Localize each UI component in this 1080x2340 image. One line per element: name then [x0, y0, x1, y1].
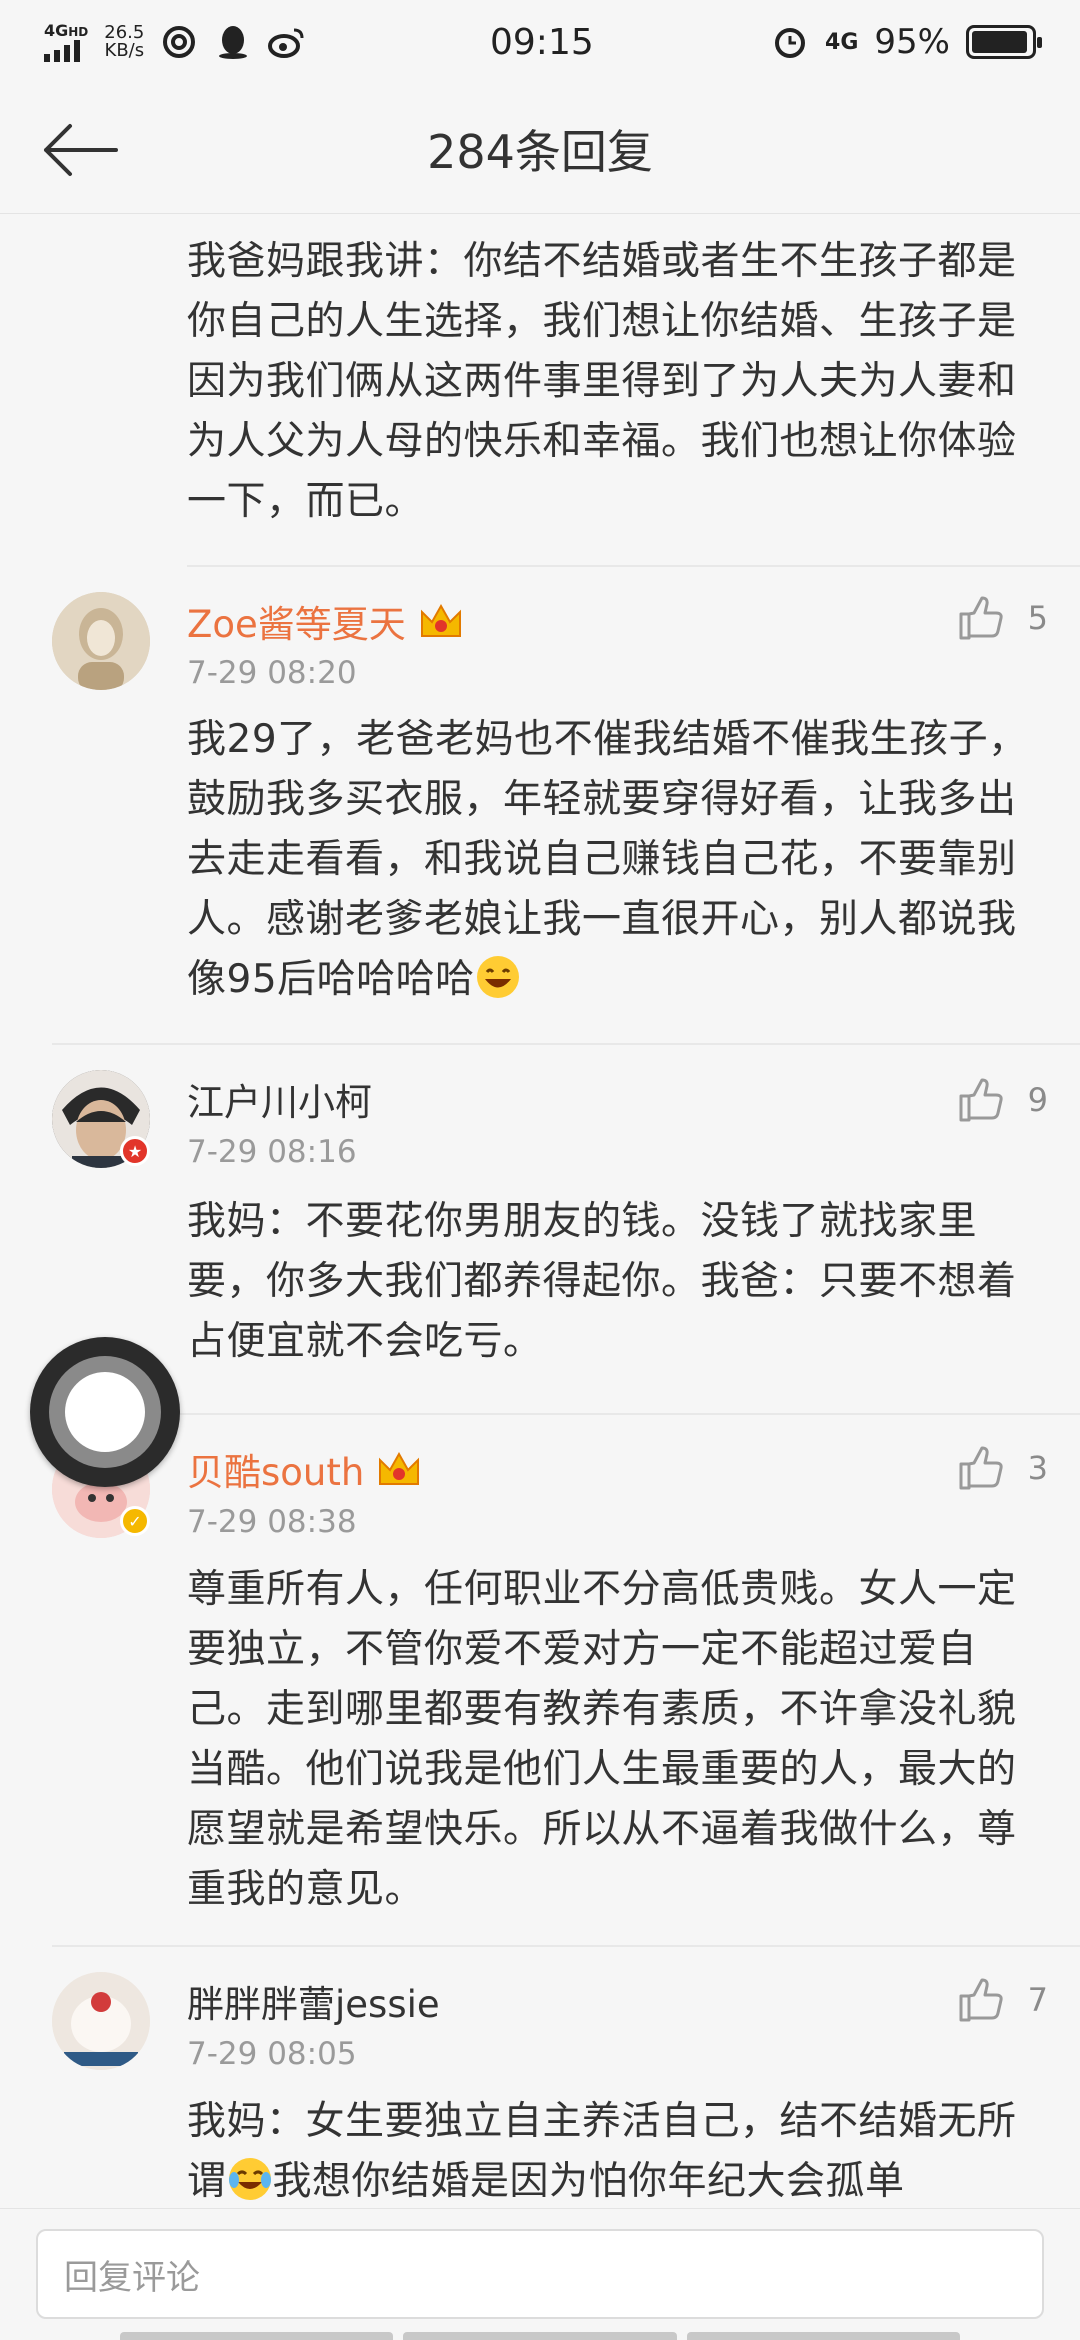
verified-badge-icon: ✓ [120, 1506, 150, 1536]
reply-input[interactable]: 回复评论 [36, 2229, 1044, 2319]
bottom-nav-strip [120, 2332, 960, 2340]
username[interactable]: Zoe酱等夏天 [187, 594, 464, 648]
divider [187, 565, 1080, 567]
assistive-touch-button[interactable] [30, 1337, 180, 1487]
speed-unit: KB/s [104, 40, 145, 61]
reply-placeholder: 回复评论 [64, 2257, 200, 2298]
thumbs-up-icon [959, 1078, 1003, 1122]
comment-text-content: 我29了，老爸老妈也不催我结婚不催我生孩子，鼓励我多买衣服，年轻就要穿得好看，让… [187, 717, 1028, 1002]
signal-bars-icon [44, 39, 88, 62]
alarm-clock-icon [771, 23, 809, 61]
username[interactable]: 江户川小柯 [187, 1072, 372, 1126]
signal-indicator: 4GHD [44, 20, 89, 62]
username[interactable]: 贝酷south [187, 1442, 422, 1496]
thumbs-up-icon [959, 1978, 1003, 2022]
network-type: 4G [44, 20, 69, 40]
comment-text: 我妈：不要花你男朋友的钱。没钱了就找家里要，你多大我们都养得起你。我爸：只要不想… [187, 1199, 1017, 1364]
username-text: 贝酷south [187, 1451, 365, 1494]
like-button[interactable]: 5 [958, 596, 1048, 640]
comment-text-b: 我想你结婚是因为怕你年纪大会孤单 [272, 2159, 905, 2204]
network-hd: HD [68, 24, 89, 39]
thumbs-up-icon [959, 596, 1003, 640]
top-comment-text: 我爸妈跟我讲：你结不结婚或者生不生孩子都是你自己的人生选择，我们想让你结婚、生孩… [187, 239, 1017, 524]
status-right: 4G 95% [771, 22, 1042, 62]
top-nav: 284条回复 [0, 84, 1080, 214]
battery-percent: 95% [874, 22, 950, 62]
laughing-emoji-icon [476, 956, 519, 998]
comment-time: 7-29 08:20 [187, 655, 357, 691]
like-count: 3 [1027, 1449, 1048, 1487]
comment-time: 7-29 08:16 [187, 1134, 357, 1170]
status-bar: 4GHD 26.5 KB/s 09:15 4G 95% [0, 0, 1080, 84]
avatar[interactable] [52, 1972, 150, 2070]
assistive-core [65, 1372, 145, 1452]
comment-time: 7-29 08:05 [187, 2036, 357, 2072]
weibo-icon [268, 23, 306, 61]
back-arrow-icon[interactable] [40, 122, 120, 178]
thumbs-up-icon [959, 1446, 1003, 1490]
battery-level [972, 31, 1028, 53]
comment-time: 7-29 08:38 [187, 1504, 357, 1540]
avatar[interactable] [52, 592, 150, 690]
clock: 09:15 [490, 22, 594, 63]
comment-text: 我29了，老爸老妈也不催我结婚不催我生孩子，鼓励我多买衣服，年轻就要穿得好看，让… [187, 710, 1037, 1010]
username-text: 江户川小柯 [187, 1081, 372, 1124]
divider [52, 1945, 1080, 1947]
like-button[interactable]: 9 [958, 1078, 1048, 1122]
verified-badge-icon: ★ [120, 1136, 150, 1166]
like-button[interactable]: 7 [958, 1978, 1048, 2022]
network-type-right: 4G [825, 29, 859, 55]
page-title: 284条回复 [427, 124, 653, 179]
like-count: 5 [1027, 599, 1048, 637]
divider [52, 1413, 1080, 1415]
comment-text: 我妈：女生要独立自主养活自己，结不结婚无所谓 我想你结婚是因为怕你年纪大会孤单 [187, 2092, 1037, 2208]
app-swirl-icon [160, 23, 198, 61]
like-count: 9 [1027, 1081, 1048, 1119]
like-count: 7 [1027, 1981, 1048, 2019]
vip-crown-icon [379, 1451, 420, 1485]
reply-bar: 回复评论 [0, 2208, 1080, 2340]
network-speed: 26.5 KB/s [104, 24, 144, 60]
battery-icon [966, 25, 1042, 59]
comment-text: 尊重所有人，任何职业不分高低贵贱。女人一定要独立，不管你爱不爱对方一定不能超过爱… [187, 1567, 1017, 1912]
username[interactable]: 胖胖胖蕾jessie [187, 1974, 440, 2028]
like-button[interactable]: 3 [958, 1446, 1048, 1490]
vip-crown-icon [420, 603, 461, 637]
status-left: 4GHD 26.5 KB/s [44, 20, 306, 62]
assistive-ring [49, 1356, 161, 1468]
tears-of-joy-emoji-icon [228, 2158, 271, 2200]
username-text: 胖胖胖蕾jessie [187, 1983, 440, 2026]
divider [52, 1043, 1080, 1045]
qq-penguin-icon [214, 23, 252, 61]
username-text: Zoe酱等夏天 [187, 603, 406, 646]
